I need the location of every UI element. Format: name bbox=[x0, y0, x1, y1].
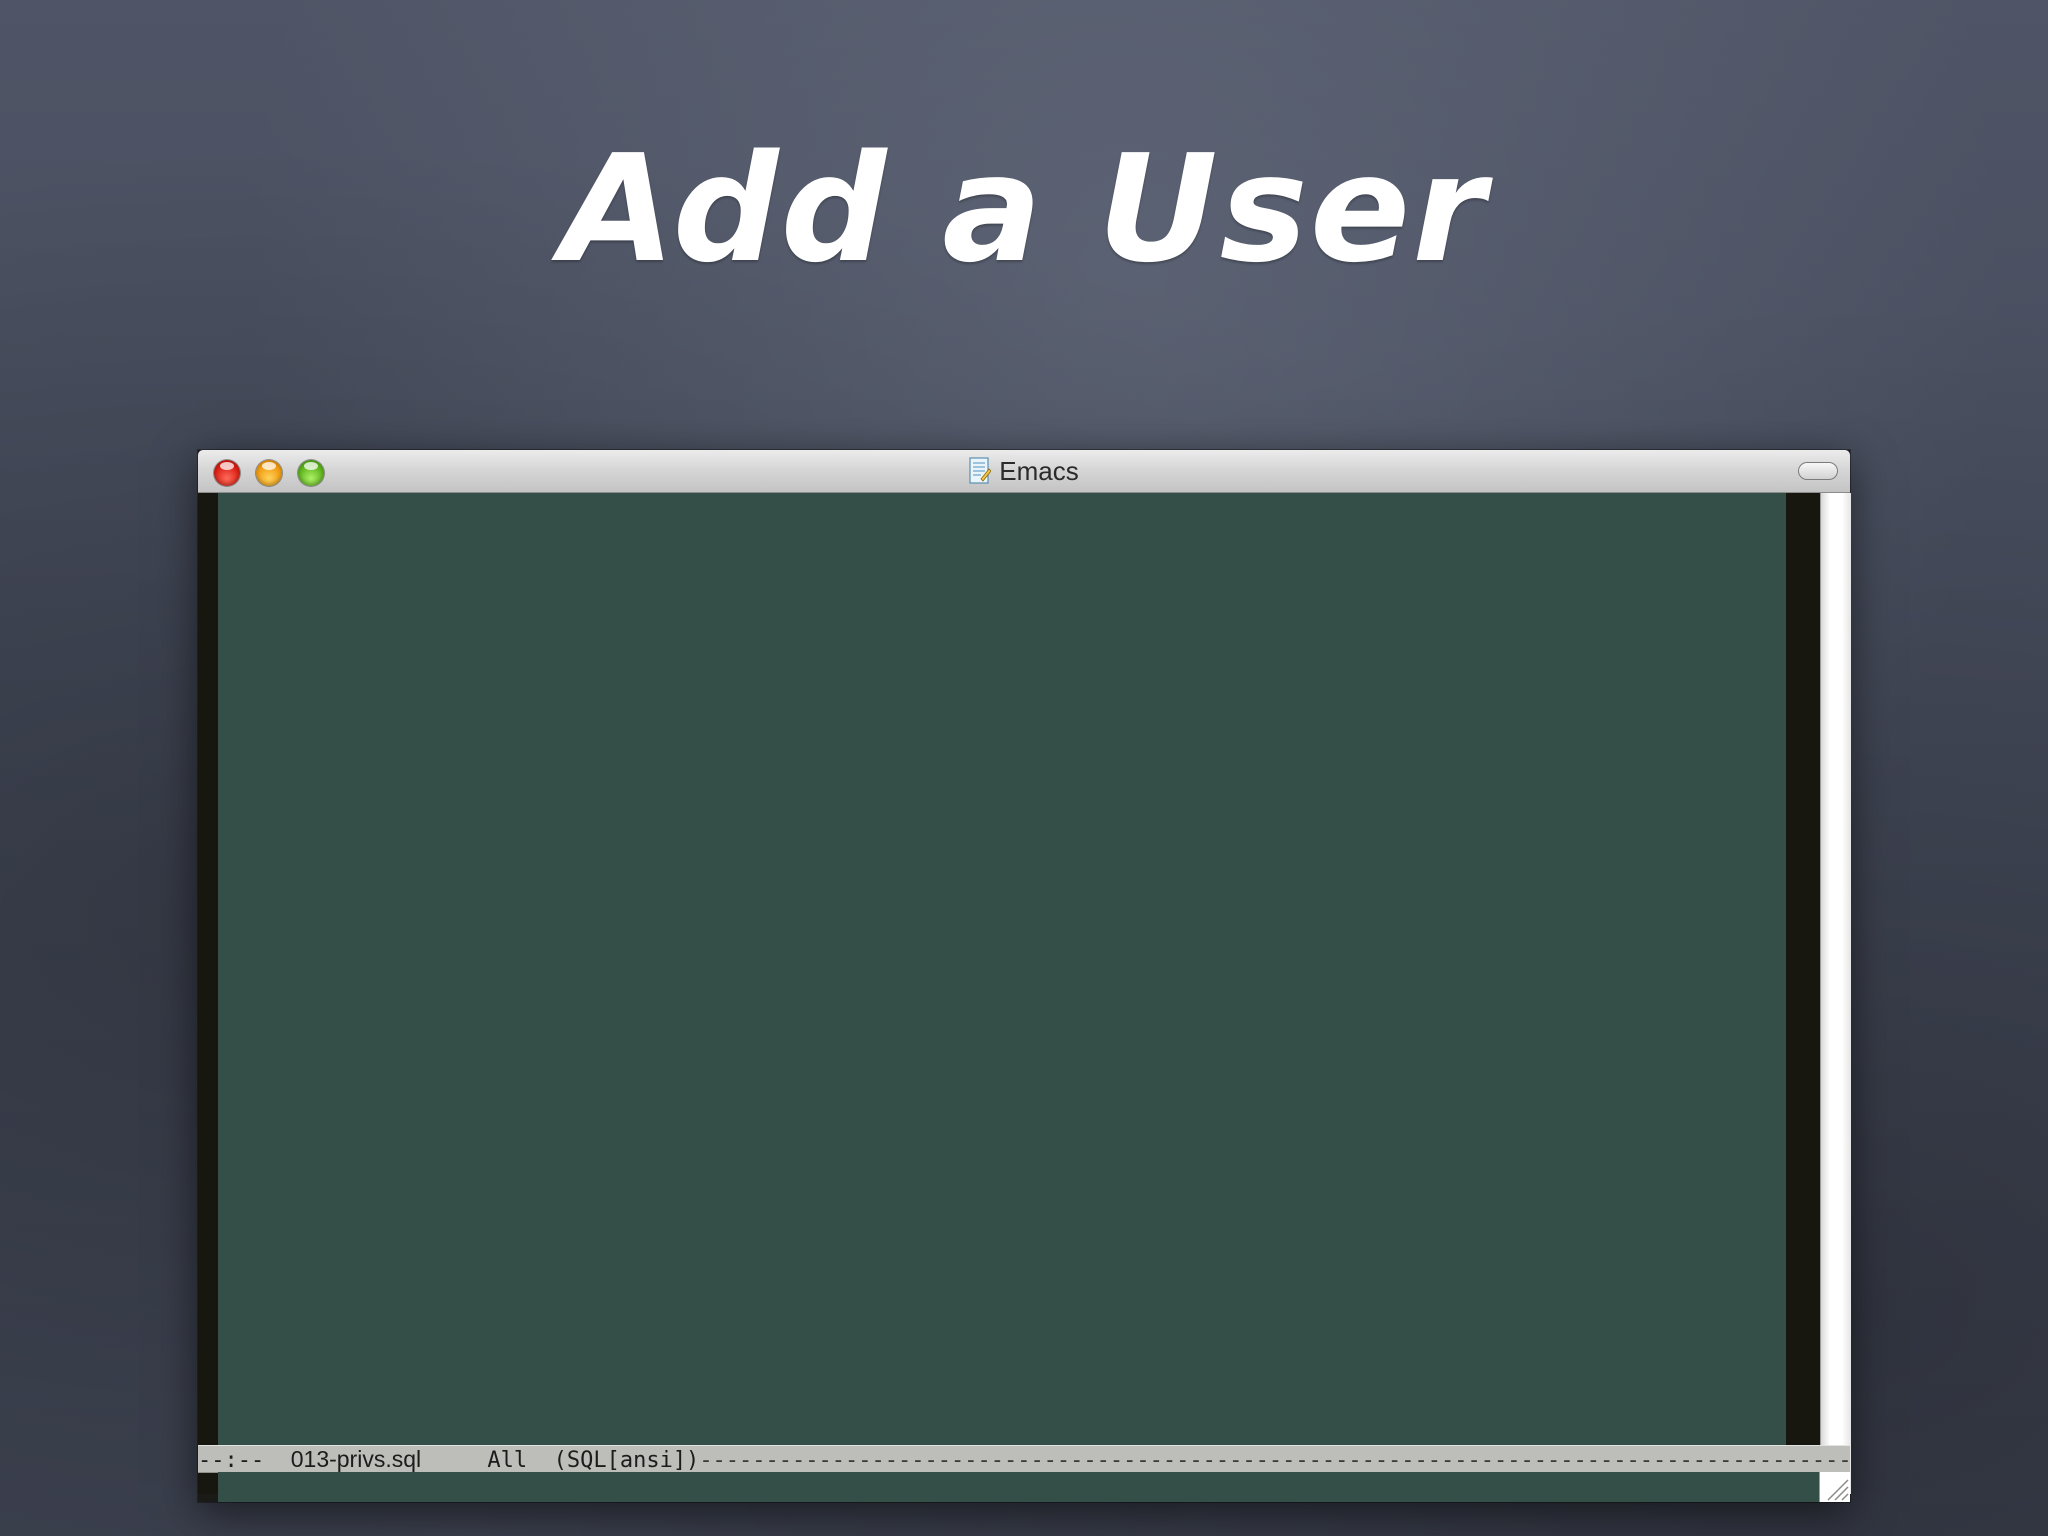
modeline-status: --:-- bbox=[198, 1448, 265, 1473]
mode-line: --:-- 013-privs.sql All (SQL[ansi])-----… bbox=[198, 1445, 1850, 1473]
window-title: Emacs bbox=[999, 455, 1079, 486]
modeline-position: All bbox=[487, 1448, 528, 1473]
title-wrap: Emacs bbox=[198, 450, 1850, 492]
right-fringe bbox=[1786, 493, 1820, 1494]
emacs-window: Emacs --:-- 013-privs.sql All (SQL[ansi]… bbox=[198, 450, 1851, 1502]
modeline-fill: ----------------------------------------… bbox=[699, 1448, 1850, 1473]
resize-grip[interactable] bbox=[1819, 1472, 1850, 1502]
slide-title: Add a User bbox=[560, 123, 1488, 295]
modeline-mode: (SQL[ansi]) bbox=[553, 1448, 700, 1473]
document-icon bbox=[969, 457, 992, 484]
toolbar-toggle-button[interactable] bbox=[1798, 462, 1838, 480]
minibuffer[interactable] bbox=[218, 1472, 1820, 1502]
left-fringe bbox=[198, 493, 218, 1494]
window-titlebar[interactable]: Emacs bbox=[198, 450, 1850, 493]
editor-buffer[interactable] bbox=[218, 493, 1786, 1494]
modeline-filename: 013-privs.sql bbox=[290, 1446, 422, 1472]
resize-grip-icon bbox=[1827, 1479, 1849, 1501]
vertical-scrollbar[interactable] bbox=[1820, 493, 1851, 1494]
